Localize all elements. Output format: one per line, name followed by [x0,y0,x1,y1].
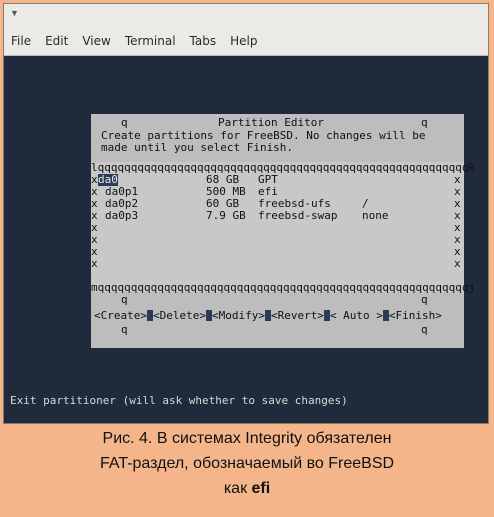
terminal-area[interactable]: q Partition Editor q Create partitions f… [4,56,488,423]
revert-button[interactable]: <Revert> [271,309,324,322]
dialog-corner-br: q [421,293,428,306]
menu-edit[interactable]: Edit [38,34,75,48]
menu-bar: File Edit View Terminal Tabs Help [4,27,488,56]
list-side-left: x [91,257,98,270]
dialog-corner-bl: q [121,293,128,306]
dialog-corner-left: q [121,116,128,129]
menu-tabs[interactable]: Tabs [183,34,224,48]
partition-editor-dialog: q Partition Editor q Create partitions f… [91,114,475,348]
table-row: xx [91,234,464,246]
dialog-corner-br2: q [421,323,428,336]
partition-size: 7.9 GB [206,209,246,222]
list-border-top: lqqqqqqqqqqqqqqqqqqqqqqqqqqqqqqqqqqqqqqq… [91,161,476,174]
list-border-bottom: mqqqqqqqqqqqqqqqqqqqqqqqqqqqqqqqqqqqqqqq… [91,281,476,294]
menu-help[interactable]: Help [223,34,264,48]
delete-button[interactable]: <Delete> [153,309,206,322]
title-bar: ▼ [4,4,488,27]
table-row: xx [91,246,464,258]
caption-line3-bold: efi [251,480,271,497]
partition-mount: none [362,209,389,222]
figure-caption: Рис. 4. В системах Integrity обязателен … [0,426,494,517]
dialog-intro-line2: made until you select Finish. [101,141,294,154]
caption-line3-prefix: как [223,480,252,497]
partition-type: freebsd-swap [258,209,338,222]
menu-file[interactable]: File [4,34,38,48]
caption-line3: как efi [0,476,494,501]
dialog-title: Partition Editor [218,116,324,129]
menu-terminal[interactable]: Terminal [118,34,183,48]
menu-view[interactable]: View [75,34,117,48]
caption-line1: Рис. 4. В системах Integrity обязателен [102,430,392,447]
button-row: <Create> <Delete> <Modify> <Revert> < Au… [94,309,442,322]
partition-name: da0p3 [105,209,139,222]
table-row: xx [91,258,464,270]
window-menu-icon[interactable]: ▼ [10,8,19,18]
partition-list[interactable]: lqqqqqqqqqqqqqqqqqqqqqqqqqqqqqqqqqqqqqqq… [91,162,475,294]
table-row[interactable]: x x da0p3 7.9 GB freebsd-swap none [91,210,464,222]
terminal-window: ▼ File Edit View Terminal Tabs Help q Pa… [3,3,489,424]
create-button[interactable]: <Create> [94,309,147,322]
table-row: xx [91,222,464,234]
auto-button[interactable]: < Auto > [330,309,383,322]
status-line: Exit partitioner (will ask whether to sa… [10,394,348,407]
caption-line2: FAT-раздел, обозначаемый во FreeBSD [99,455,395,472]
modify-button[interactable]: <Modify> [212,309,265,322]
list-side-right: x [454,257,461,270]
dialog-corner-bl2: q [121,323,128,336]
finish-button[interactable]: <Finish> [389,309,442,322]
dialog-corner-right: q [421,116,428,129]
